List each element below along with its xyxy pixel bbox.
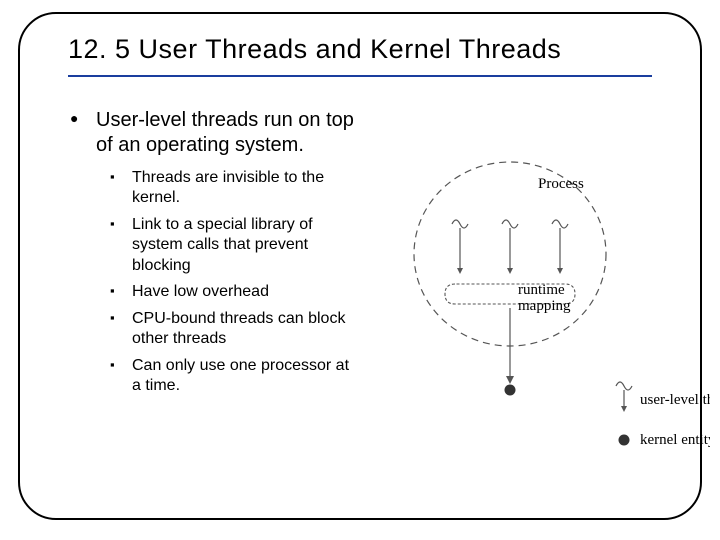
- legend-user-thread-label: user-level thread: [640, 392, 710, 408]
- sub-bullet-text: Can only use one processor at a time.: [132, 357, 349, 394]
- process-label: Process: [538, 176, 584, 192]
- sub-bullet: Can only use one processor at a time.: [110, 356, 360, 397]
- kernel-entity-dot-icon: [505, 385, 516, 396]
- sub-bullet: Link to a special library of system call…: [110, 215, 360, 276]
- sub-bullet: Threads are invisible to the kernel.: [110, 168, 360, 209]
- slide-frame: 12. 5 User Threads and Kernel Threads Us…: [18, 12, 702, 520]
- legend-kernel-entity-label: kernel entity: [640, 432, 710, 448]
- sub-bullet-text: Link to a special library of system call…: [132, 216, 313, 274]
- bullet-main: User-level threads run on top of an oper…: [68, 108, 360, 397]
- user-thread-icon: [452, 220, 468, 274]
- bullet-main-text: User-level threads run on top of an oper…: [96, 109, 354, 156]
- slide-title: 12. 5 User Threads and Kernel Threads: [68, 34, 652, 77]
- sub-bullet: Have low overhead: [110, 282, 360, 302]
- thread-diagram: Process ru: [410, 144, 710, 484]
- sub-bullet-text: Threads are invisible to the kernel.: [132, 169, 324, 206]
- sub-bullet-text: Have low overhead: [132, 283, 269, 300]
- legend-user-thread: [616, 382, 632, 412]
- runtime-label-1: runtime: [518, 282, 565, 298]
- sub-bullet: CPU-bound threads can block other thread…: [110, 309, 360, 350]
- diagram-svg: Process ru: [410, 144, 710, 484]
- text-content: User-level threads run on top of an oper…: [68, 108, 360, 488]
- slide: 12. 5 User Threads and Kernel Threads Us…: [0, 0, 720, 540]
- legend-kernel-dot-icon: [619, 435, 630, 446]
- user-thread-icon: [552, 220, 568, 274]
- sub-bullet-text: CPU-bound threads can block other thread…: [132, 310, 345, 347]
- arrowhead-icon: [506, 376, 514, 384]
- user-thread-icon: [502, 220, 518, 274]
- runtime-label-2: mapping: [518, 298, 571, 314]
